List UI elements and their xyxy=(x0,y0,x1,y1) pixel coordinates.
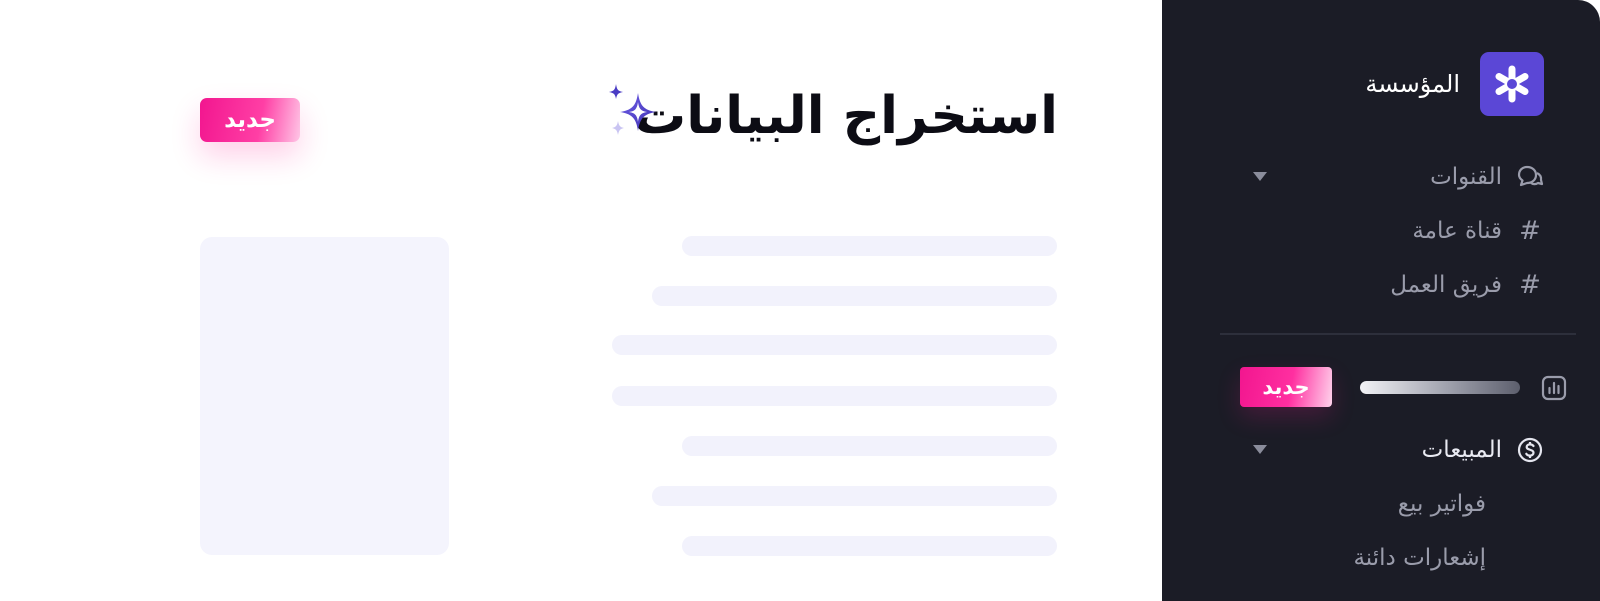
sidebar-item-channel[interactable]: # فريق العمل xyxy=(1390,265,1544,305)
sidebar-divider xyxy=(1220,333,1576,335)
sidebar-item-channel[interactable]: # قناة عامة xyxy=(1412,211,1544,251)
sidebar-subitem[interactable]: إشعارات دائنة xyxy=(1353,538,1486,578)
app-window: استخراج البيانات جديد المؤسسة القنوات # … xyxy=(0,0,1600,601)
sidebar-item-label: قناة عامة xyxy=(1412,218,1502,244)
text-placeholder-line xyxy=(612,386,1057,406)
image-placeholder xyxy=(200,237,449,555)
sidebar-subitem[interactable]: فواتير بيع xyxy=(1398,484,1486,524)
sidebar-item-label: فريق العمل xyxy=(1390,272,1502,298)
sidebar-item-label: إشعارات دائنة xyxy=(1353,545,1486,571)
chevron-down-icon[interactable] xyxy=(1253,445,1267,454)
chevron-down-icon[interactable] xyxy=(1253,172,1267,181)
sidebar-item-label: فواتير بيع xyxy=(1397,491,1486,517)
new-badge: جديد xyxy=(200,98,300,142)
sidebar-item-label: المبيعات xyxy=(1421,437,1502,463)
text-placeholder-line xyxy=(612,335,1057,355)
org-name: المؤسسة xyxy=(1365,70,1460,98)
text-placeholder-line xyxy=(682,536,1057,556)
sparkle-icon xyxy=(609,84,656,135)
text-placeholder-line xyxy=(682,236,1057,256)
page-title: استخراج البيانات xyxy=(633,86,1058,146)
hash-icon: # xyxy=(1519,270,1541,300)
text-placeholder-line xyxy=(682,436,1057,456)
loading-placeholder-bar xyxy=(1360,381,1520,394)
bar-chart-icon[interactable] xyxy=(1540,374,1568,402)
chat-bubbles-icon xyxy=(1516,163,1544,191)
org-header[interactable]: المؤسسة xyxy=(1365,52,1544,116)
hash-icon: # xyxy=(1519,216,1541,246)
dollar-circle-icon xyxy=(1516,436,1544,464)
sidebar-item-label: القنوات xyxy=(1430,164,1502,190)
sidebar-item-sales[interactable]: المبيعات xyxy=(1422,430,1544,470)
sidebar: المؤسسة القنوات # قناة عامة # فريق العمل xyxy=(1162,0,1600,601)
asterisk-logo-icon xyxy=(1480,52,1544,116)
text-placeholder-line xyxy=(652,486,1057,506)
text-placeholder-line xyxy=(652,286,1057,306)
new-badge: جديد xyxy=(1240,367,1332,407)
sidebar-item-channels[interactable]: القنوات xyxy=(1430,157,1544,197)
